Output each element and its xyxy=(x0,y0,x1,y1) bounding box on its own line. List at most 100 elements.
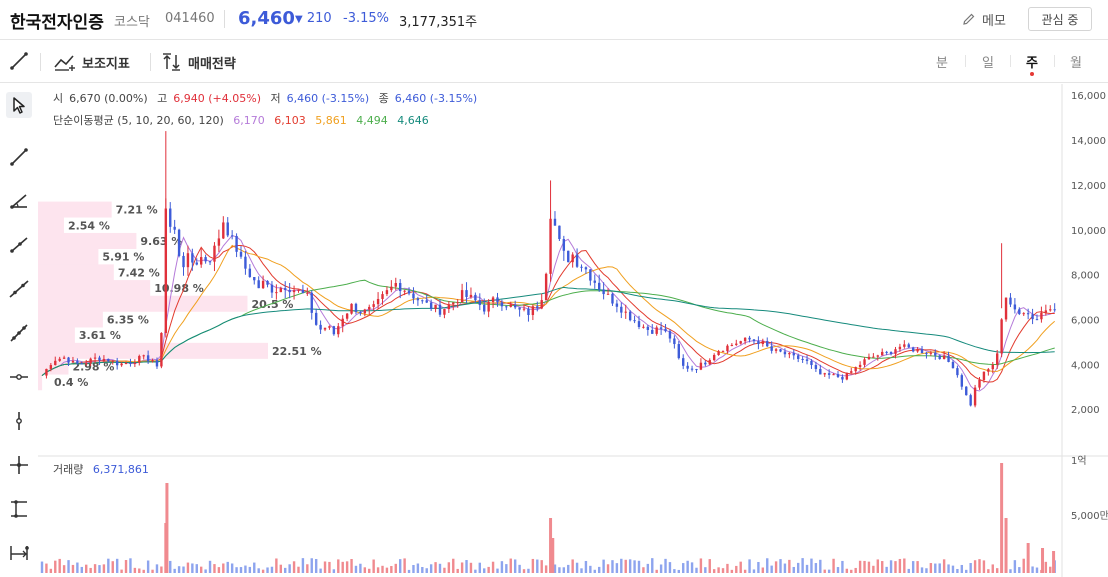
candle-body xyxy=(416,298,420,301)
favorite-button[interactable]: 관심 중 xyxy=(1028,7,1092,31)
candle-body xyxy=(1026,313,1030,315)
candle-body xyxy=(527,308,530,316)
indicator-button[interactable]: 보조지표 xyxy=(54,50,130,74)
price-chart[interactable]: 2,000 4,000 6,000 8,000 10,000 12,000 14,000 16… xyxy=(38,84,1108,577)
volume-bar xyxy=(841,560,844,573)
volume-bar xyxy=(438,563,442,573)
candle-body xyxy=(872,356,875,358)
volume-bar xyxy=(659,564,663,573)
volume-bar xyxy=(45,563,48,573)
volume-bar xyxy=(151,569,154,573)
volume-bar xyxy=(894,561,897,573)
candle-body xyxy=(76,360,79,364)
candle-body xyxy=(191,253,194,263)
measure-tool[interactable] xyxy=(6,540,32,566)
toolbar-divider xyxy=(40,53,41,71)
volume-profile-label: 9.63 % xyxy=(140,235,182,248)
period-tab-day[interactable]: 일 xyxy=(982,52,994,71)
volume-bar xyxy=(562,567,566,573)
cursor-tool[interactable] xyxy=(6,92,32,118)
candle-body xyxy=(920,349,924,354)
low-label: 저 xyxy=(270,92,281,105)
volume-bar xyxy=(903,558,906,573)
volume-bar xyxy=(456,568,459,573)
volume-bar xyxy=(602,559,605,573)
volume-profile-label: 7.21 % xyxy=(116,204,158,217)
candle-body xyxy=(173,226,176,230)
candle-body xyxy=(898,346,902,350)
close-value: 6,460 (-3.15%) xyxy=(394,92,478,105)
trend-line-tool[interactable] xyxy=(6,144,32,170)
volume-bar xyxy=(102,564,106,573)
candle-body xyxy=(447,304,451,310)
candle-body xyxy=(624,311,627,313)
candle-body xyxy=(359,311,362,314)
crosshair-line-tool[interactable] xyxy=(6,452,32,478)
candle-body xyxy=(867,356,871,360)
volume-bar xyxy=(403,558,406,573)
volume-bar xyxy=(823,569,826,573)
volume-bar xyxy=(704,567,707,573)
y-axis-tick-label: 12,000 xyxy=(1071,181,1106,192)
horizontal-line-tool[interactable] xyxy=(6,364,32,390)
volume-profile-label: 5.91 % xyxy=(102,251,144,264)
volume-bar xyxy=(872,565,875,573)
volume-bar xyxy=(275,558,278,573)
extended-line-tool[interactable] xyxy=(6,276,32,302)
period-tab-week[interactable]: 주 xyxy=(1026,52,1038,71)
candle-body xyxy=(911,347,915,352)
angle-line-tool[interactable] xyxy=(6,188,32,214)
candle-body xyxy=(483,304,486,312)
candle-body xyxy=(248,268,252,278)
memo-button[interactable]: 메모 xyxy=(962,8,1006,30)
volume-bar xyxy=(385,567,389,573)
volume-bar xyxy=(965,569,968,573)
candle-body xyxy=(876,355,879,357)
volume-bar xyxy=(491,561,495,573)
volume-bar xyxy=(611,560,614,573)
volume-bar xyxy=(483,568,486,573)
ohlc-legend: 시 6,670 (0.00%) 고 6,940 (+4.05%) 저 6,460 (-… xyxy=(53,90,483,106)
volume-bar xyxy=(67,560,70,573)
strategy-button[interactable]: 매매전략 xyxy=(162,50,236,74)
arrow-line-tool[interactable] xyxy=(6,320,32,346)
candle-body xyxy=(1013,304,1017,310)
drawing-tool-toggle[interactable] xyxy=(8,50,30,72)
volume-bar xyxy=(230,563,234,573)
down-arrow-icon: ▼ xyxy=(295,14,303,25)
candle-body xyxy=(606,293,610,295)
candle-body xyxy=(752,339,756,342)
candle-body xyxy=(792,353,795,356)
candle-body xyxy=(536,306,539,309)
volume-bar xyxy=(292,561,296,573)
candle-body xyxy=(213,245,216,262)
candle-body xyxy=(310,292,313,313)
candle-body xyxy=(544,273,548,301)
candle-body xyxy=(739,341,742,344)
volume-bar xyxy=(443,567,446,573)
candle-body xyxy=(85,363,88,365)
volume-bar xyxy=(810,558,813,573)
volume-bar xyxy=(690,562,694,573)
volume-bar xyxy=(62,565,66,573)
candle-body xyxy=(938,355,941,360)
candle-body xyxy=(699,362,703,370)
period-tab-month[interactable]: 월 xyxy=(1070,52,1082,71)
fibonacci-tool[interactable] xyxy=(6,496,32,522)
volume-bar xyxy=(98,565,101,573)
volume-bar xyxy=(111,561,114,573)
volume-bar xyxy=(651,558,654,573)
candle-body xyxy=(854,367,857,372)
candle-body xyxy=(1031,314,1034,320)
volume-bar xyxy=(505,564,508,573)
candle-body xyxy=(403,290,406,292)
volume-bar xyxy=(165,483,169,573)
period-tab-minute[interactable]: 분 xyxy=(936,52,948,71)
volume-profile-bar xyxy=(38,264,114,281)
ray-tool[interactable] xyxy=(6,232,32,258)
vertical-line-tool[interactable] xyxy=(6,408,32,434)
ray-icon xyxy=(10,237,28,253)
candle-body xyxy=(385,290,389,295)
volume-bar xyxy=(222,563,225,573)
candle-body xyxy=(111,360,114,362)
